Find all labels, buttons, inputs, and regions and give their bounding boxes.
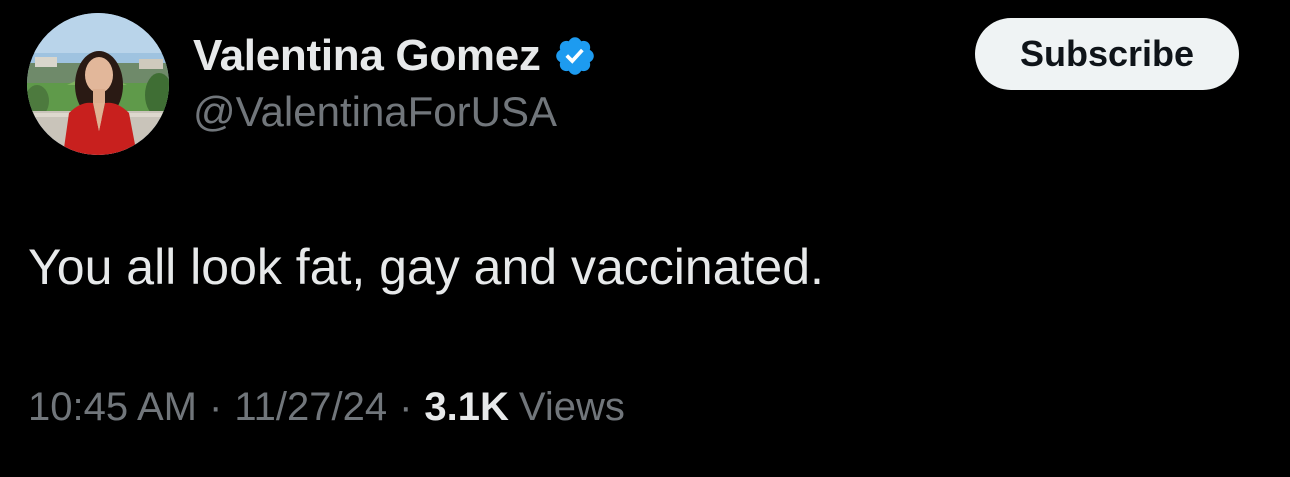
author-handle[interactable]: @ValentinaForUSA <box>193 88 557 136</box>
display-name[interactable]: Valentina Gomez <box>193 31 541 81</box>
meta-separator: · <box>399 385 413 429</box>
verified-badge-icon[interactable] <box>553 34 597 78</box>
tweet-time[interactable]: 10:45 AM <box>28 385 197 430</box>
views-label[interactable]: Views <box>519 385 625 430</box>
tweet-text: You all look fat, gay and vaccinated. <box>28 239 824 295</box>
meta-separator: · <box>209 385 223 429</box>
profile-photo <box>27 13 169 155</box>
tweet-date[interactable]: 11/27/24 <box>234 385 387 430</box>
subscribe-button[interactable]: Subscribe <box>975 18 1239 90</box>
tweet-meta: 10:45 AM · 11/27/24 · 3.1K Views <box>28 385 625 430</box>
avatar[interactable] <box>27 13 169 155</box>
views-count[interactable]: 3.1K <box>424 385 509 430</box>
author-name-row[interactable]: Valentina Gomez <box>193 28 597 84</box>
